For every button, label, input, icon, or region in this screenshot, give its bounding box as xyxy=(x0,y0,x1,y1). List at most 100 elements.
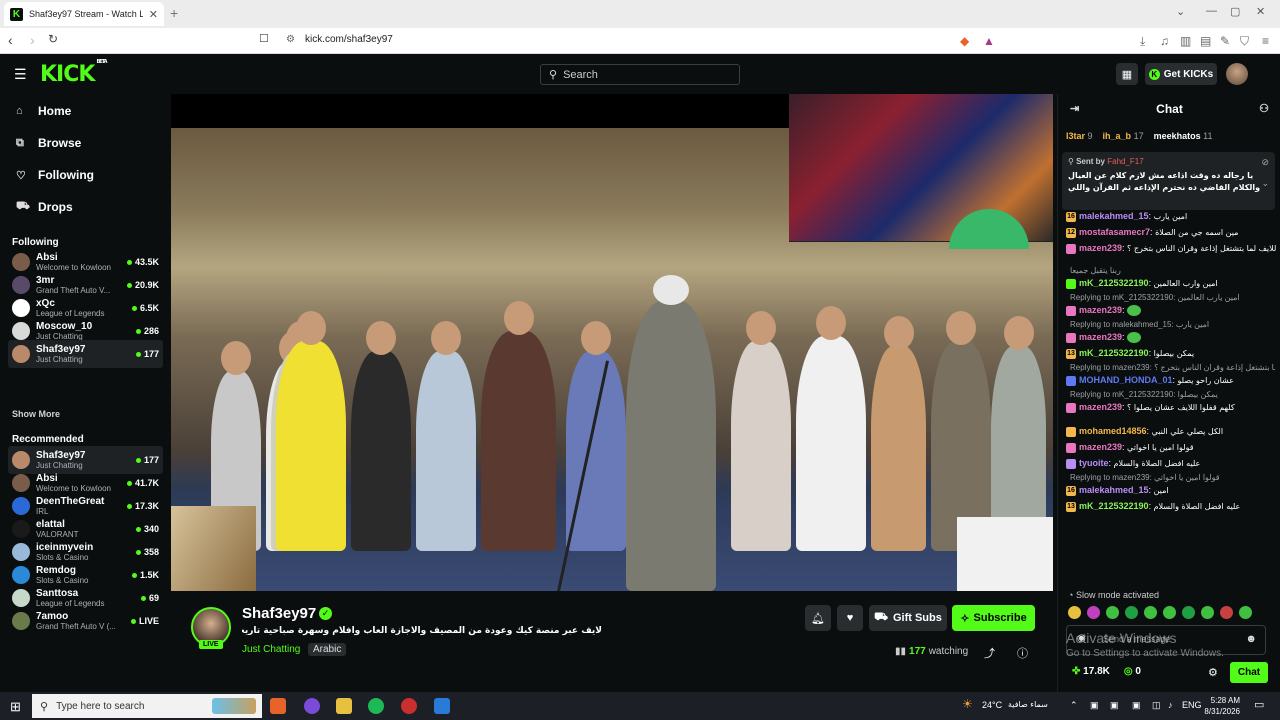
close-window-icon[interactable]: ✕ xyxy=(1256,5,1265,18)
weather-temp[interactable]: 24°C xyxy=(982,700,1002,710)
spotify-taskbar-icon[interactable] xyxy=(368,698,384,714)
chat-username[interactable]: mazen239 xyxy=(1079,305,1122,315)
bookmark-icon[interactable]: ☐ xyxy=(259,32,269,45)
chat-message[interactable]: mazen239: قولوا امين يا اخواتي xyxy=(1066,441,1276,454)
chat-message[interactable]: 12 mostafasamecr7: مين اسمه جي من الصلاة xyxy=(1066,226,1276,239)
recommended-channel[interactable]: 7amoo Grand Theft Auto V (... LIVE xyxy=(8,607,163,635)
send-chat-button[interactable]: Chat xyxy=(1230,662,1268,683)
tray-app-icon[interactable]: ▣ xyxy=(1090,700,1099,711)
extensions-icon[interactable]: ✎ xyxy=(1220,34,1230,48)
volume-icon[interactable]: ♪ xyxy=(1168,700,1173,710)
chat-message[interactable]: 13 mK_2125322190: عليه افضل الصلاة والسلا… xyxy=(1066,500,1276,513)
chat-message[interactable]: 13 mK_2125322190: يمكن بيصلوا xyxy=(1066,347,1276,360)
download-icon[interactable]: ⤓ xyxy=(1140,34,1145,49)
share-icon[interactable]: ⤴ xyxy=(984,645,995,661)
app-taskbar-icon[interactable] xyxy=(434,698,450,714)
chevron-down-icon[interactable]: ⌄ xyxy=(1261,178,1269,189)
menu-icon[interactable]: ≡ xyxy=(1262,34,1269,48)
follow-button[interactable]: ♥ xyxy=(837,605,863,631)
gift-subs-button[interactable]: ⛟ Gift Subs xyxy=(869,605,947,631)
collapse-chat-icon[interactable]: ⇥ xyxy=(1070,102,1079,115)
new-tab-icon[interactable]: + xyxy=(170,5,178,21)
hamburger-menu-icon[interactable]: ☰ xyxy=(14,66,27,83)
emote-icon[interactable] xyxy=(1068,606,1081,619)
chat-username[interactable]: malekahmed_15 xyxy=(1079,211,1149,221)
chat-message[interactable]: 16 malekahmed_15: امين xyxy=(1066,484,1276,497)
emote-icon[interactable] xyxy=(1125,606,1138,619)
brave-shield-icon[interactable]: ◆ xyxy=(960,34,969,48)
sidebar-toggle-icon[interactable]: ▥ xyxy=(1180,34,1191,48)
chat-users-icon[interactable]: ⚇ xyxy=(1259,102,1269,115)
get-kicks-button[interactable]: K Get KICKs xyxy=(1145,63,1217,85)
chat-username[interactable]: mK_2125322190 xyxy=(1079,348,1149,358)
tray-chevron-icon[interactable]: ⌃ xyxy=(1070,700,1078,711)
file-explorer-taskbar-icon[interactable] xyxy=(336,698,352,714)
tray-app-icon[interactable]: ▣ xyxy=(1110,700,1119,711)
leaderboard-entry[interactable]: ih_a_b 17 xyxy=(1103,131,1144,141)
nav-browse[interactable]: ⧉ Browse xyxy=(16,136,81,150)
forward-icon[interactable]: › xyxy=(30,32,35,48)
close-icon[interactable]: ✕ xyxy=(149,8,158,21)
chat-message[interactable]: tyuoite: عليه افضل الصلاة والسلام xyxy=(1066,457,1276,470)
url-field[interactable]: kick.com/shaf3ey97 xyxy=(305,34,393,45)
chat-username[interactable]: mazen239 xyxy=(1079,402,1122,412)
brave-rewards-icon[interactable]: ▲ xyxy=(983,34,995,48)
chat-username[interactable]: tyuoite xyxy=(1079,458,1109,468)
chat-username[interactable]: mostafasamecr7 xyxy=(1079,227,1150,237)
chat-message[interactable]: MOHAND_HONDA_01: عشان راحو يصلو xyxy=(1066,374,1276,387)
streamer-name[interactable]: Shaf3ey97 xyxy=(242,605,316,622)
chat-message[interactable]: 16 malekahmed_15: امين يارب xyxy=(1066,210,1276,223)
emote-icon[interactable] xyxy=(1144,606,1157,619)
vpn-icon[interactable]: ⛉ xyxy=(1240,34,1249,49)
chat-username[interactable]: mK_2125322190 xyxy=(1079,501,1149,511)
browser-tab[interactable]: K Shaf3ey97 Stream - Watch Li... ✕ xyxy=(4,2,164,26)
site-settings-icon[interactable]: ⚙ xyxy=(286,34,295,45)
emote-icon[interactable] xyxy=(1220,606,1233,619)
maximize-icon[interactable]: ▢ xyxy=(1230,5,1240,18)
chat-username[interactable]: malekahmed_15 xyxy=(1079,485,1149,495)
notify-button[interactable]: 🔔︎ xyxy=(805,605,831,631)
minimize-icon[interactable]: ⌄ xyxy=(1176,5,1185,18)
user-avatar[interactable] xyxy=(1226,63,1248,85)
tray-app-icon[interactable]: ▣ xyxy=(1132,700,1141,711)
emote-icon[interactable] xyxy=(1201,606,1214,619)
info-icon[interactable]: ⓘ xyxy=(1017,645,1028,661)
discord-taskbar-icon[interactable] xyxy=(304,698,320,714)
nav-drops[interactable]: ⛟ Drops xyxy=(16,200,73,214)
emote-icon[interactable] xyxy=(1182,606,1195,619)
emote-icon[interactable] xyxy=(1106,606,1119,619)
chat-username[interactable]: mohamed14856 xyxy=(1079,426,1147,436)
subscribe-button[interactable]: ✧ Subscribe xyxy=(952,605,1035,631)
emote-icon[interactable] xyxy=(1163,606,1176,619)
minimize-window-icon[interactable]: — xyxy=(1206,5,1217,17)
chat-username[interactable]: mazen239 xyxy=(1079,332,1122,342)
search-input[interactable]: ⚲ Search xyxy=(540,64,740,85)
brave-taskbar-icon[interactable] xyxy=(270,698,286,714)
back-icon[interactable]: ‹ xyxy=(8,32,13,48)
chat-username[interactable]: mazen239 xyxy=(1079,442,1122,452)
emote-icon[interactable] xyxy=(1087,606,1100,619)
nav-following[interactable]: ♡ Following xyxy=(16,168,94,182)
chat-settings-icon[interactable]: ⚙ xyxy=(1208,666,1218,679)
chat-username[interactable]: mazen239 xyxy=(1079,243,1122,253)
following-channel[interactable]: Shaf3ey97 Just Chatting 177 xyxy=(8,340,163,368)
leaderboard-entry[interactable]: meekhatos 11 xyxy=(1154,131,1213,141)
language-indicator[interactable]: ENG xyxy=(1182,700,1202,710)
leaderboard-entry[interactable]: l3tar 9 xyxy=(1066,131,1093,141)
wallet-icon[interactable]: ▤ xyxy=(1200,34,1211,48)
chat-message[interactable]: mazen239: xyxy=(1066,304,1276,317)
video-player[interactable] xyxy=(171,94,1053,591)
notifications-icon[interactable]: ▭ xyxy=(1254,698,1264,711)
chat-username[interactable]: mK_2125322190 xyxy=(1079,278,1149,288)
pinned-message[interactable]: ⚲ Sent by Fahd_F17 يا رجاله ده وقت اذاعه… xyxy=(1062,152,1275,210)
clock[interactable]: 5:28 AM 8/31/2026 xyxy=(1200,695,1240,717)
taskbar-widget[interactable] xyxy=(212,698,256,714)
chat-message[interactable]: mohamed14856: الكل يصلي علي النبي xyxy=(1066,425,1276,438)
stream-category[interactable]: Just Chatting xyxy=(242,644,300,655)
show-more-link[interactable]: Show More xyxy=(12,409,60,419)
smiley-icon[interactable]: ☻ xyxy=(1245,633,1257,645)
kicks-balance[interactable]: ✜ 17.8K xyxy=(1072,666,1110,677)
emote-icon[interactable] xyxy=(1239,606,1252,619)
obs-taskbar-icon[interactable] xyxy=(401,698,417,714)
chat-message[interactable]: mazen239: هو لي اللايف لما بتشتغل إذاعة … xyxy=(1066,242,1276,255)
